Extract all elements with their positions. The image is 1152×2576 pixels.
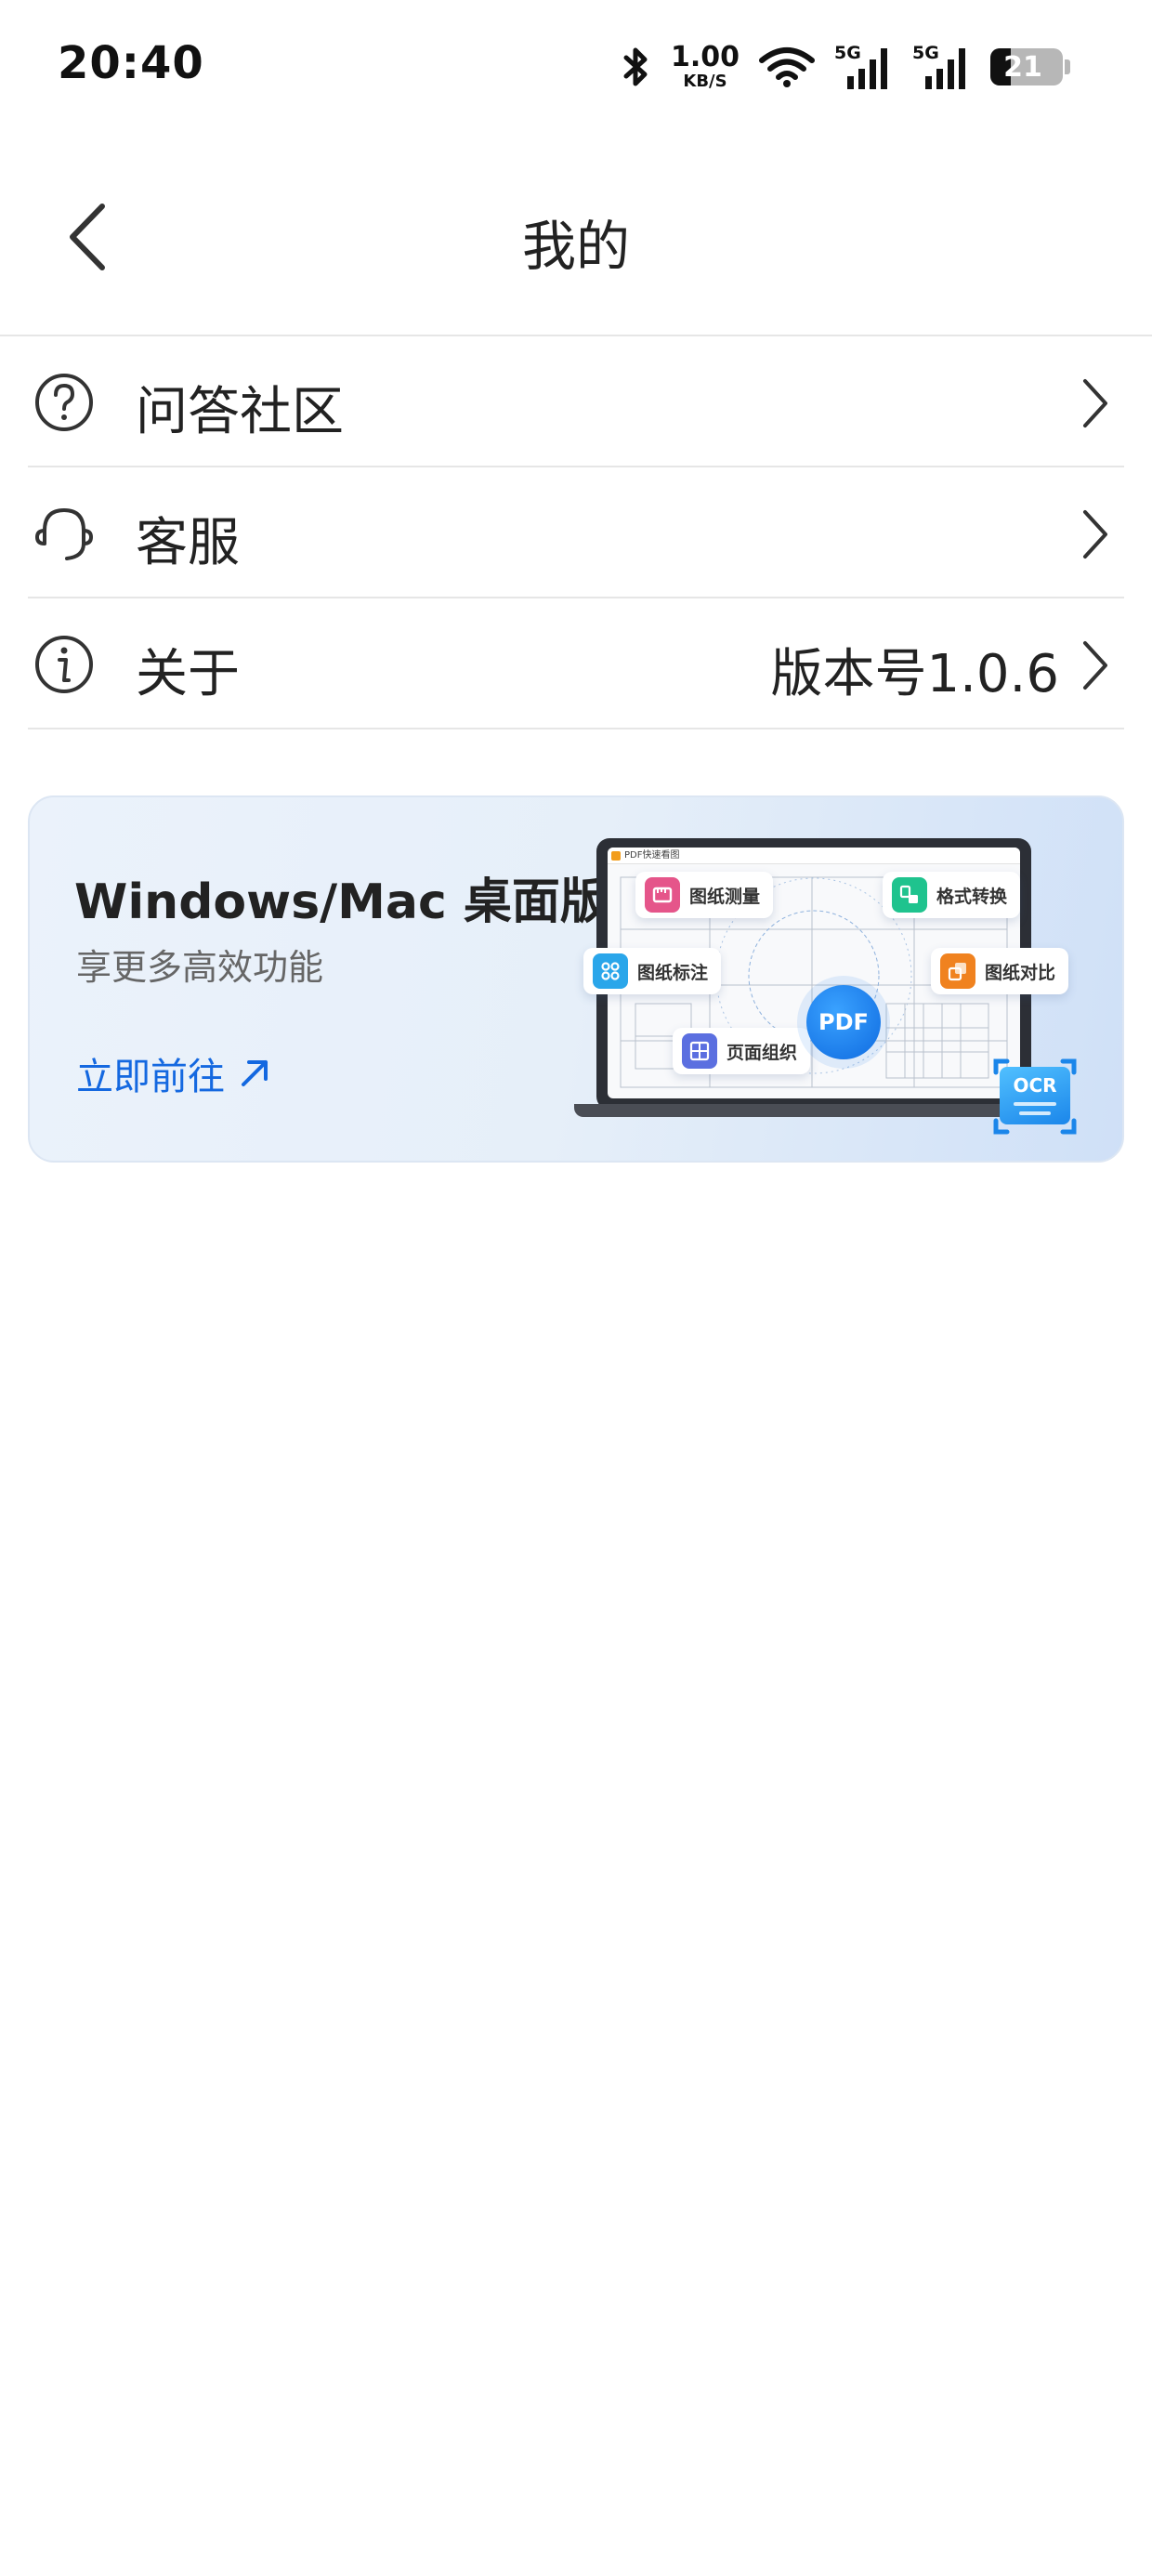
status-bar: 20:40 1.00 KB/S 5G 5G 21 — [0, 0, 1152, 139]
laptop-base — [574, 1104, 1057, 1117]
menu-item-label: 问答社区 — [136, 382, 344, 442]
promo-subtitle: 享更多高效功能 — [76, 947, 324, 988]
battery-icon: 21 — [990, 48, 1063, 85]
headset-icon — [35, 507, 93, 560]
battery-cap — [1065, 59, 1070, 74]
feature-label: 格式转换 — [936, 886, 1008, 907]
menu-item-about[interactable]: 关于 版本号1.0.6 — [28, 598, 1124, 729]
cell-signal-sim1: 5G — [834, 43, 894, 91]
chevron-right-icon — [1083, 510, 1107, 559]
network-speed-value: 1.00 — [670, 41, 740, 73]
app-logo-icon — [611, 851, 621, 861]
feature-label: 页面组织 — [727, 1042, 798, 1063]
cell-signal-icon — [847, 48, 887, 89]
page-title: 我的 — [521, 215, 630, 278]
feature-label: 图纸测量 — [689, 886, 761, 907]
feature-chip-organize: 页面组织 — [673, 1028, 811, 1074]
wifi-icon — [759, 47, 815, 87]
annotate-icon — [593, 953, 628, 989]
feature-label: 图纸标注 — [637, 962, 709, 983]
ocr-badge: OCR — [992, 1058, 1078, 1136]
menu-item-customer-service[interactable]: 客服 — [28, 467, 1124, 598]
ocr-card: OCR — [1000, 1067, 1070, 1124]
app-version: 版本号1.0.6 — [770, 644, 1060, 704]
info-circle-icon — [35, 636, 93, 693]
laptop-illustration: PDF快速看图 图纸测量 格式转换 图纸标注 图纸对比 页面组织 PDF OCR — [574, 838, 1107, 1150]
status-time: 20:40 — [58, 37, 204, 89]
network-speed-unit: KB/S — [683, 72, 727, 91]
page-organize-icon — [682, 1033, 717, 1069]
feature-label: 图纸对比 — [985, 962, 1056, 983]
desktop-promo-card[interactable]: Windows/Mac 桌面版 享更多高效功能 立即前往 PDF快速看图 图纸测… — [28, 795, 1124, 1163]
file-convert-icon — [892, 877, 927, 913]
app-name: PDF快速看图 — [624, 850, 680, 861]
network-speed: 1.00 KB/S — [671, 44, 740, 90]
arrow-up-right-icon — [242, 1060, 268, 1086]
nav-bar: 我的 — [0, 139, 1152, 336]
feature-chip-compare: 图纸对比 — [931, 948, 1069, 994]
feature-chip-annotate: 图纸标注 — [583, 948, 722, 994]
menu-list: 问答社区 客服 关于 版本号1.0.6 — [28, 336, 1124, 729]
feature-chip-convert: 格式转换 — [883, 872, 1021, 918]
status-icons: 1.00 KB/S 5G 5G 21 — [621, 41, 1070, 93]
question-circle-icon — [35, 374, 93, 431]
chevron-right-icon — [1083, 641, 1107, 690]
cell-signal-sim2: 5G — [912, 43, 972, 91]
chevron-right-icon — [1083, 379, 1107, 427]
feature-chip-measure: 图纸测量 — [635, 872, 774, 918]
compare-icon — [940, 953, 975, 989]
promo-cta-link[interactable]: 立即前往 — [76, 1046, 271, 1100]
menu-item-label: 关于 — [136, 644, 240, 704]
bluetooth-icon — [623, 47, 648, 86]
menu-item-label: 客服 — [136, 513, 240, 573]
ruler-icon — [645, 877, 680, 913]
battery-level: 21 — [1003, 51, 1042, 84]
app-title-bar: PDF快速看图 — [608, 848, 1020, 864]
cell-signal-icon — [925, 48, 965, 89]
ocr-label: OCR — [1013, 1074, 1057, 1097]
menu-item-qa-community[interactable]: 问答社区 — [28, 336, 1124, 467]
pdf-badge: PDF — [806, 985, 881, 1059]
promo-cta-label: 立即前往 — [76, 1056, 225, 1098]
promo-title: Windows/Mac 桌面版 — [74, 874, 609, 930]
